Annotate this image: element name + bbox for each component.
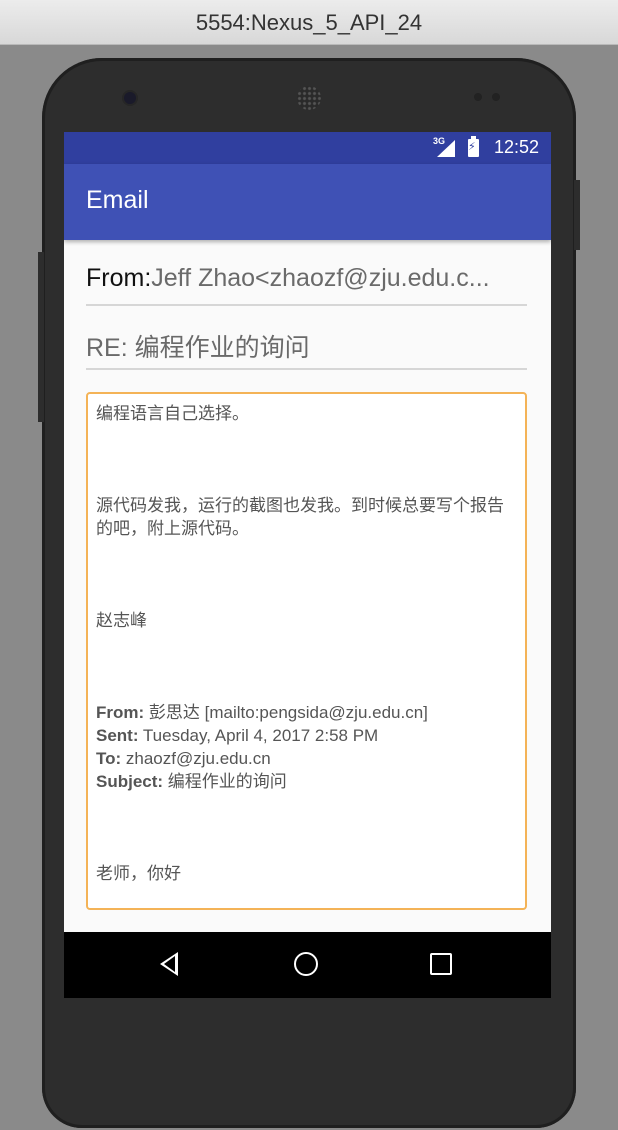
- quoted-from-label: From:: [96, 703, 145, 722]
- status-bar: 3G 12:52: [64, 132, 551, 164]
- navigation-bar: [64, 932, 551, 998]
- email-body-field[interactable]: 编程语言自己选择。 源代码发我，运行的截图也发我。到时候总要写个报告的吧，附上源…: [86, 392, 527, 910]
- battery-charging-icon: [468, 136, 479, 157]
- page-title: Email: [86, 186, 149, 214]
- quoted-subject-label: Subject:: [96, 772, 164, 791]
- proximity-sensor: [474, 93, 482, 101]
- app-bar: Email: [64, 164, 551, 240]
- recent-square-icon[interactable]: [430, 953, 452, 975]
- quoted-sent-label: Sent:: [96, 726, 139, 745]
- quoted-subject: Subject: 编程作业的询问: [96, 770, 517, 793]
- front-camera: [124, 92, 136, 104]
- device-side-button-right: [574, 180, 580, 250]
- phone-screen: 3G 12:52 Email From:Jeff Zhao<zhaozf@zju…: [64, 132, 551, 998]
- emulator-title: 5554:Nexus_5_API_24: [195, 10, 423, 35]
- body-line: 编程语言自己选择。: [96, 404, 249, 423]
- subject-field[interactable]: RE: 编程作业的询问: [86, 328, 527, 370]
- quoted-subject-value: 编程作业的询问: [163, 772, 287, 791]
- earpiece-speaker: [297, 86, 321, 110]
- quoted-to-label: To:: [96, 749, 122, 768]
- quoted-to-value: zhaozf@zju.edu.cn: [121, 749, 271, 768]
- signature: 赵志峰: [96, 611, 147, 630]
- quoted-to: To: zhaozf@zju.edu.cn: [96, 747, 517, 770]
- light-sensor: [492, 93, 500, 101]
- email-body-text: 编程语言自己选择。 源代码发我，运行的截图也发我。到时候总要写个报告的吧，附上源…: [88, 394, 525, 893]
- body-line: 源代码发我，运行的截图也发我。到时候总要写个报告的吧，附上源代码。: [96, 496, 504, 538]
- status-time: 12:52: [493, 137, 539, 157]
- emulator-titlebar: 5554:Nexus_5_API_24: [0, 0, 618, 45]
- quoted-sent-value: Tuesday, April 4, 2017 2:58 PM: [138, 726, 379, 745]
- device-side-button-left: [38, 252, 44, 422]
- from-field[interactable]: From:Jeff Zhao<zhaozf@zju.edu.c...: [86, 264, 527, 306]
- from-label: From:: [86, 264, 152, 292]
- quoted-from-value: 彭思达 [mailto:pengsida@zju.edu.cn]: [144, 703, 428, 722]
- signal-icon: [437, 140, 455, 157]
- back-triangle-icon[interactable]: [160, 952, 178, 976]
- home-circle-icon[interactable]: [294, 952, 318, 976]
- from-value: Jeff Zhao<zhaozf@zju.edu.c...: [151, 264, 490, 292]
- quoted-sent: Sent: Tuesday, April 4, 2017 2:58 PM: [96, 724, 517, 747]
- quoted-from: From: 彭思达 [mailto:pengsida@zju.edu.cn]: [96, 701, 517, 724]
- greeting: 老师，你好: [96, 864, 181, 883]
